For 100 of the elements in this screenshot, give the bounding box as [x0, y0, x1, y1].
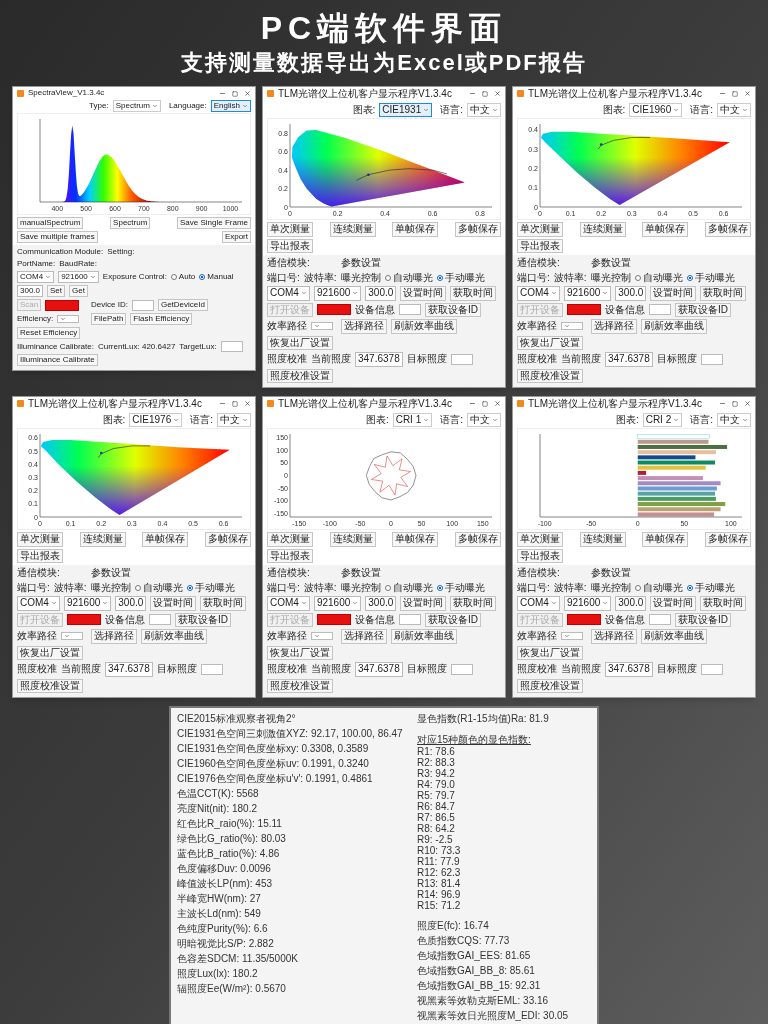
input-field[interactable] [131, 299, 154, 311]
status-button[interactable] [317, 304, 351, 316]
button[interactable]: 获取时间 [700, 286, 747, 301]
button[interactable]: 连续测量 [579, 222, 626, 237]
button[interactable]: 多帧保存 [204, 532, 251, 547]
button[interactable]: Save multiple frames [17, 231, 98, 243]
button[interactable]: 照度校准设置 [267, 368, 333, 383]
button[interactable]: 单帧保存 [142, 532, 189, 547]
button[interactable]: 恢复出厂设置 [517, 335, 583, 350]
radio-button[interactable] [437, 584, 443, 591]
button[interactable]: 刷新效率曲线 [641, 319, 707, 334]
close-icon[interactable] [244, 400, 251, 407]
button[interactable]: 选择路径 [591, 319, 637, 334]
input-field[interactable] [450, 663, 473, 675]
minimize-icon[interactable] [719, 400, 726, 407]
radio-button[interactable] [635, 584, 641, 591]
status-button[interactable] [317, 614, 351, 626]
button[interactable]: 导出报表 [17, 548, 63, 563]
dropdown[interactable]: CRI 2 [642, 412, 683, 427]
radio-button[interactable] [385, 274, 391, 281]
radio-button[interactable] [199, 274, 206, 280]
button[interactable]: 获取设备ID [675, 612, 731, 627]
input-field[interactable]: 300.0 [615, 286, 647, 301]
maximize-icon[interactable] [232, 90, 238, 97]
status-button[interactable] [67, 614, 101, 626]
input-field[interactable]: 347.6378 [605, 662, 653, 677]
maximize-icon[interactable] [732, 400, 738, 407]
button[interactable]: 恢复出厂设置 [267, 335, 333, 350]
button[interactable]: Save Single Frame [176, 217, 251, 229]
dropdown[interactable]: 921600 [563, 286, 612, 301]
button[interactable]: 导出报表 [267, 548, 313, 563]
close-icon[interactable] [494, 400, 501, 407]
button[interactable]: 选择路径 [91, 629, 137, 644]
radio-button[interactable] [170, 274, 177, 280]
button[interactable]: 单次测量 [267, 532, 313, 547]
close-icon[interactable] [494, 90, 501, 97]
button[interactable]: FilePath [91, 313, 127, 325]
radio-button[interactable] [135, 584, 141, 591]
button[interactable]: 设置时间 [650, 596, 697, 611]
dropdown[interactable]: 中文 [217, 412, 251, 427]
input-field[interactable]: 300.0 [115, 596, 147, 611]
button[interactable]: 选择路径 [591, 629, 637, 644]
close-icon[interactable] [744, 90, 751, 97]
button[interactable]: 连续测量 [329, 222, 376, 237]
button[interactable]: 单次测量 [17, 532, 63, 547]
dropdown[interactable]: 中文 [717, 412, 751, 427]
dropdown[interactable]: 中文 [717, 102, 751, 117]
dropdown[interactable]: COM4 [517, 286, 560, 301]
maximize-icon[interactable] [732, 90, 738, 97]
dropdown[interactable] [561, 322, 583, 331]
input-field[interactable] [220, 341, 243, 352]
dropdown[interactable]: CIE1931 [379, 102, 433, 117]
dropdown[interactable]: 中文 [467, 102, 501, 117]
maximize-icon[interactable] [482, 90, 488, 97]
input-field[interactable] [399, 614, 421, 626]
button[interactable]: 刷新效率曲线 [391, 319, 457, 334]
dropdown[interactable]: COM4 [267, 596, 310, 611]
input-field[interactable]: 300.0 [615, 596, 647, 611]
button[interactable]: 多帧保存 [704, 222, 751, 237]
input-field[interactable] [700, 663, 723, 675]
radio-button[interactable] [687, 584, 693, 591]
status-button[interactable] [567, 304, 601, 316]
button[interactable]: 恢复出厂设置 [517, 645, 583, 660]
button[interactable]: 单帧保存 [642, 222, 689, 237]
button[interactable]: 获取时间 [200, 596, 247, 611]
radio-button[interactable] [687, 274, 693, 281]
radio-button[interactable] [187, 584, 193, 591]
button[interactable]: Reset Efficiency [17, 327, 81, 339]
button[interactable]: 恢复出厂设置 [267, 645, 333, 660]
button[interactable]: Spectrum [110, 217, 151, 229]
input-field[interactable]: 300.0 [17, 285, 44, 297]
button[interactable]: Flash Efficiency [130, 313, 193, 325]
button[interactable]: Illuminance Calibrate [17, 354, 98, 366]
dropdown[interactable]: English [210, 100, 251, 112]
button[interactable]: GetDeviceId [157, 299, 208, 311]
minimize-icon[interactable] [469, 400, 476, 407]
minimize-icon[interactable] [719, 90, 726, 97]
dropdown[interactable]: 921600 [63, 596, 112, 611]
dropdown[interactable]: COM4 [17, 596, 60, 611]
button[interactable]: 获取设备ID [425, 612, 481, 627]
button[interactable]: 单次测量 [517, 222, 563, 237]
button[interactable]: 照度校准设置 [517, 678, 583, 693]
dropdown[interactable]: COM4 [267, 286, 310, 301]
dropdown[interactable]: 921600 [58, 271, 99, 283]
button[interactable]: 设置时间 [650, 286, 697, 301]
button[interactable]: 获取时间 [700, 596, 747, 611]
input-field[interactable]: 347.6378 [355, 662, 403, 677]
dropdown[interactable]: 中文 [467, 412, 501, 427]
input-field[interactable] [700, 353, 723, 365]
button[interactable]: 获取时间 [450, 286, 497, 301]
button[interactable]: 刷新效率曲线 [141, 629, 207, 644]
input-field[interactable] [649, 614, 671, 626]
dropdown[interactable]: COM4 [17, 271, 55, 283]
button[interactable]: 照度校准设置 [267, 678, 333, 693]
button[interactable]: 单次测量 [267, 222, 313, 237]
button[interactable]: 刷新效率曲线 [391, 629, 457, 644]
button[interactable]: 恢复出厂设置 [17, 645, 83, 660]
dropdown[interactable]: 921600 [563, 596, 612, 611]
input-field[interactable] [149, 614, 171, 626]
button[interactable]: 连续测量 [579, 532, 626, 547]
